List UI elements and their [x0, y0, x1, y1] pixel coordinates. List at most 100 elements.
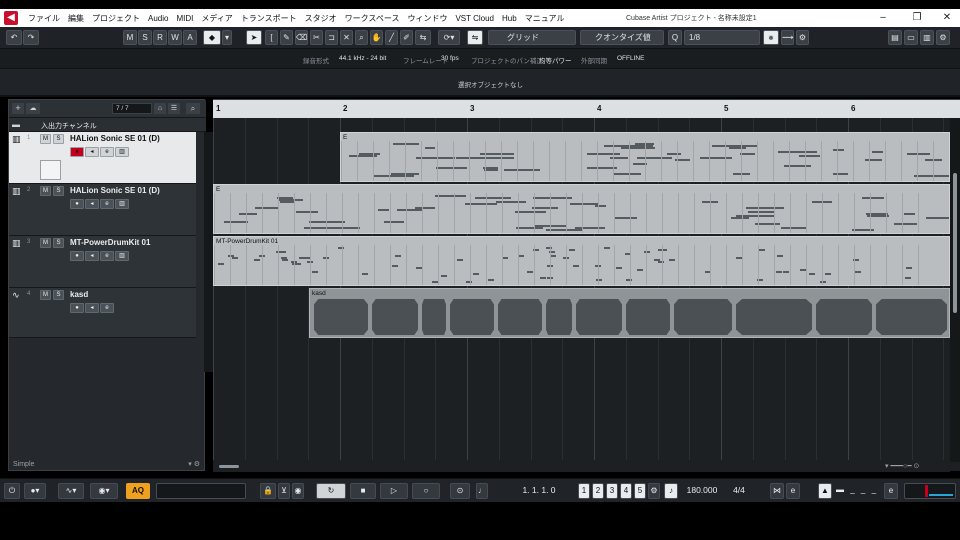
stop-button[interactable]: ■ [350, 483, 376, 499]
record-format-value[interactable]: 44.1 kHz - 24 bit [339, 55, 386, 62]
track-name[interactable]: kasd [70, 290, 88, 299]
home-icon[interactable]: ⌂ [154, 103, 166, 114]
marker-4-button[interactable]: 4 [620, 483, 632, 499]
object-selection-tool-icon[interactable]: ➤ [246, 30, 262, 45]
monitor-button[interactable]: ◂ [85, 303, 99, 313]
midi-part[interactable]: MT-PowerDrumKit 01 [213, 236, 950, 286]
mute-button[interactable]: M [40, 186, 51, 196]
read-automation-button[interactable]: e [100, 147, 114, 157]
pan-law-value[interactable]: 均等パワー [539, 55, 572, 65]
menu-audio[interactable]: Audio [144, 14, 172, 23]
track-row[interactable]: ∿ 4 kasd M S ● ◂ e [9, 288, 196, 338]
external-sync-value[interactable]: OFFLINE [617, 55, 644, 62]
monitor-button[interactable]: ◂ [85, 199, 99, 209]
zoom-tool-icon[interactable]: ⌕ [355, 30, 368, 45]
lower-zone-icon[interactable]: ▭ [904, 30, 918, 45]
track-name[interactable]: HALion Sonic SE 01 (D) [70, 134, 160, 143]
punch-mode-icon[interactable]: ◉▾ [90, 483, 118, 499]
horizontal-scrollbar[interactable]: ▾ ━━━○━ ⊙ [213, 462, 950, 472]
menu-window[interactable]: ウィンドウ [403, 13, 451, 24]
split-tool-icon[interactable]: ✂ [310, 30, 323, 45]
line-tool-icon[interactable]: ╱ [385, 30, 398, 45]
search-icon[interactable]: ⌕ [186, 103, 200, 114]
solo-state-button[interactable]: S [138, 30, 152, 45]
time-signature-display[interactable]: 4/4 [728, 483, 750, 499]
auto-quantize-button[interactable]: AQ [126, 483, 150, 499]
setup-window-icon[interactable]: ⚙ [936, 30, 950, 45]
undo-button[interactable]: ↶ [6, 30, 22, 45]
track-name[interactable]: MT-PowerDrumKit 01 [70, 238, 150, 247]
track-row[interactable]: ▥ 2 HALion Sonic SE 01 (D) M S ● ◂ e ▥ [9, 184, 196, 236]
monitor-button[interactable]: ◂ [85, 147, 99, 157]
record-enable-button[interactable]: ● [70, 251, 84, 261]
snap-on-icon[interactable]: ⇋ [467, 30, 483, 45]
hand-tool-icon[interactable]: ✋ [370, 30, 383, 45]
menu-workspace[interactable]: ワークスペース [341, 13, 404, 24]
event-display-scrollbar[interactable] [950, 118, 960, 462]
quantize-apply-icon[interactable]: ⟿ [781, 30, 794, 45]
automation-button[interactable]: A [183, 30, 197, 45]
nudge-icon[interactable]: ◉ [292, 483, 304, 499]
quantize-settings-icon[interactable]: ⚙ [796, 30, 809, 45]
quantize-value-select[interactable]: 1/8 [684, 30, 760, 45]
solo-button[interactable]: S [53, 238, 64, 248]
midi-part[interactable]: E [340, 132, 950, 182]
instrument-edit-button[interactable]: ▥ [115, 199, 129, 209]
dropdown-icon[interactable]: ▾ [222, 30, 232, 45]
solo-button[interactable]: S [53, 290, 64, 300]
marker-5-button[interactable]: 5 [634, 483, 646, 499]
quantize-type-select[interactable]: クオンタイズ値 [580, 30, 664, 45]
menu-file[interactable]: ファイル [24, 13, 64, 24]
frame-rate-value[interactable]: 30 fps [441, 55, 459, 62]
record-enable-button[interactable]: ● [70, 199, 84, 209]
list-icon[interactable]: ☰ [168, 103, 180, 114]
left-zone-icon[interactable]: ▤ [888, 30, 902, 45]
constrain-delay-icon[interactable]: ◆ [203, 30, 221, 45]
menu-transport[interactable]: トランスポート [237, 13, 301, 24]
solo-button[interactable]: S [53, 186, 64, 196]
quantize-q-button[interactable]: Q [668, 30, 682, 45]
menu-edit[interactable]: 編集 [64, 13, 88, 24]
minimize-icon[interactable]: – [872, 9, 894, 27]
track-row[interactable]: ▥ 1 HALion Sonic SE 01 (D) M S ● ◂ e ▥ [9, 132, 196, 184]
zoom-controls-icon[interactable]: ▾ ━━━○━ ⊙ [885, 462, 919, 470]
ruler[interactable]: 1 2 3 4 5 6 [213, 100, 960, 118]
marker-1-button[interactable]: 1 [578, 483, 590, 499]
marker-settings-icon[interactable]: ⚙ [648, 483, 660, 499]
right-zone-icon[interactable]: ▥ [920, 30, 934, 45]
mute-button[interactable]: M [40, 290, 51, 300]
marker-2-button[interactable]: 2 [592, 483, 604, 499]
tempo-display[interactable]: 180.000 [682, 483, 722, 499]
draw-tool-icon[interactable]: ✎ [280, 30, 293, 45]
record-button[interactable]: ○ [412, 483, 440, 499]
monitor-button[interactable]: ◂ [85, 251, 99, 261]
menu-studio[interactable]: スタジオ [301, 13, 341, 24]
marker-icon[interactable]: ⊻ [278, 483, 290, 499]
audio-event[interactable]: kasd [309, 288, 950, 338]
audio-mode-icon[interactable]: ∿▾ [58, 483, 84, 499]
add-track-options-icon[interactable]: ☁ [26, 103, 40, 114]
iterative-quantize-icon[interactable]: ⨳ [763, 30, 779, 45]
range-tool-icon[interactable]: [ [265, 30, 278, 45]
click-dropdown-icon[interactable]: e [884, 483, 898, 499]
pencil-tool-icon[interactable]: ✐ [400, 30, 413, 45]
metronome-icon[interactable]: ▲ [818, 483, 832, 499]
record-enable-button[interactable]: ● [70, 303, 84, 313]
snap-mode-icon[interactable]: ⇆ [415, 30, 431, 45]
mute-button[interactable]: M [40, 238, 51, 248]
menu-manual[interactable]: マニュアル [521, 13, 569, 24]
io-channels-folder[interactable]: ▬ 入出力チャンネル [9, 118, 206, 132]
close-icon[interactable]: ✕ [936, 9, 958, 27]
position-display[interactable]: 1. 1. 1. 0 [506, 483, 572, 499]
snap-toggle-icon[interactable]: ⟳▾ [438, 30, 460, 45]
read-automation-button[interactable]: e [100, 251, 114, 261]
read-automation-button[interactable]: e [100, 303, 114, 313]
mute-tool-icon[interactable]: ✕ [340, 30, 353, 45]
menu-vst-cloud[interactable]: VST Cloud [451, 14, 498, 23]
mute-button[interactable]: M [40, 134, 51, 144]
glue-tool-icon[interactable]: ⊐ [325, 30, 338, 45]
track-name[interactable]: HALion Sonic SE 01 (D) [70, 186, 160, 195]
click-settings-icon[interactable]: e [786, 483, 800, 499]
menu-project[interactable]: プロジェクト [88, 13, 144, 24]
cycle-button[interactable]: ↻ [316, 483, 346, 499]
